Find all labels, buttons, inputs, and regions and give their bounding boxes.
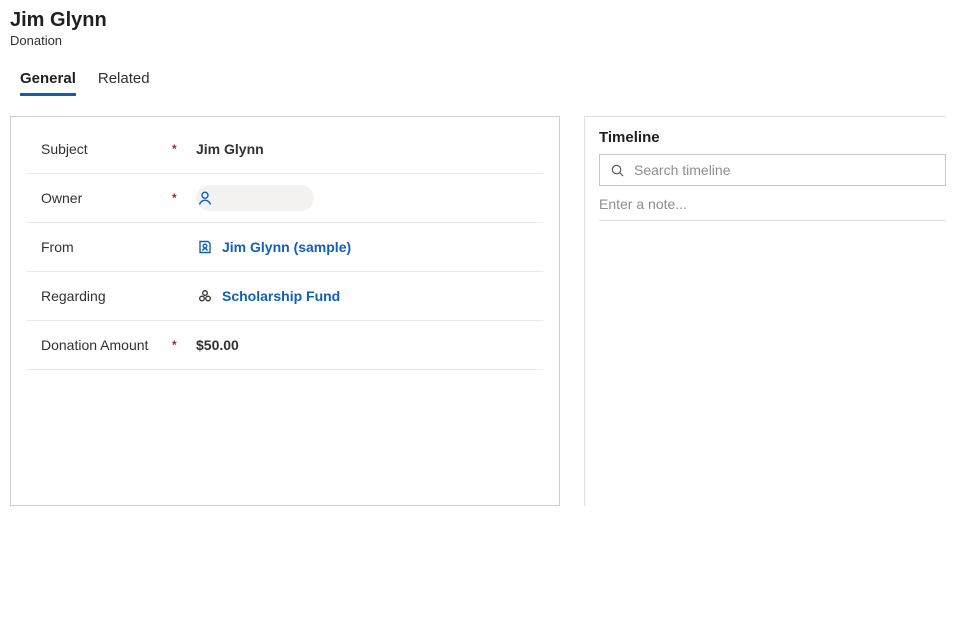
contact-icon (196, 238, 214, 256)
from-row: From Jim Glynn (sample) (27, 223, 543, 272)
page-title: Jim Glynn (10, 8, 946, 32)
subject-label: Subject (27, 141, 172, 157)
regarding-row: Regarding Scholarship Fund (27, 272, 543, 321)
tab-related[interactable]: Related (98, 70, 150, 96)
donation-amount-row: Donation Amount * $50.00 (27, 321, 543, 370)
timeline-title: Timeline (599, 129, 946, 146)
subject-value[interactable]: Jim Glynn (192, 141, 543, 157)
person-icon (196, 189, 214, 207)
required-icon: * (172, 338, 192, 352)
required-icon: * (172, 142, 192, 156)
form-card: Subject * Jim Glynn Owner * From (10, 116, 560, 506)
from-label: From (27, 239, 172, 255)
owner-row: Owner * (27, 174, 543, 223)
owner-label: Owner (27, 190, 172, 206)
timeline-panel: Timeline (584, 116, 946, 506)
regarding-link[interactable]: Scholarship Fund (222, 288, 340, 304)
subject-row: Subject * Jim Glynn (27, 125, 543, 174)
regarding-label: Regarding (27, 288, 172, 304)
from-value[interactable]: Jim Glynn (sample) (192, 238, 543, 256)
timeline-search-box[interactable] (599, 154, 946, 186)
donation-amount-label: Donation Amount (27, 337, 172, 353)
donation-amount-value[interactable]: $50.00 (192, 337, 543, 353)
owner-value[interactable] (192, 185, 543, 211)
owner-pill[interactable] (196, 185, 314, 211)
timeline-note-input[interactable] (599, 196, 946, 221)
timeline-search-input[interactable] (634, 162, 937, 178)
required-icon: * (172, 191, 192, 205)
regarding-value[interactable]: Scholarship Fund (192, 287, 543, 305)
tab-general[interactable]: General (20, 70, 76, 96)
search-icon (608, 161, 626, 179)
custom-entity-icon (196, 287, 214, 305)
from-link[interactable]: Jim Glynn (sample) (222, 239, 351, 255)
page-subtitle: Donation (10, 33, 946, 48)
tabs: General Related (10, 70, 946, 96)
